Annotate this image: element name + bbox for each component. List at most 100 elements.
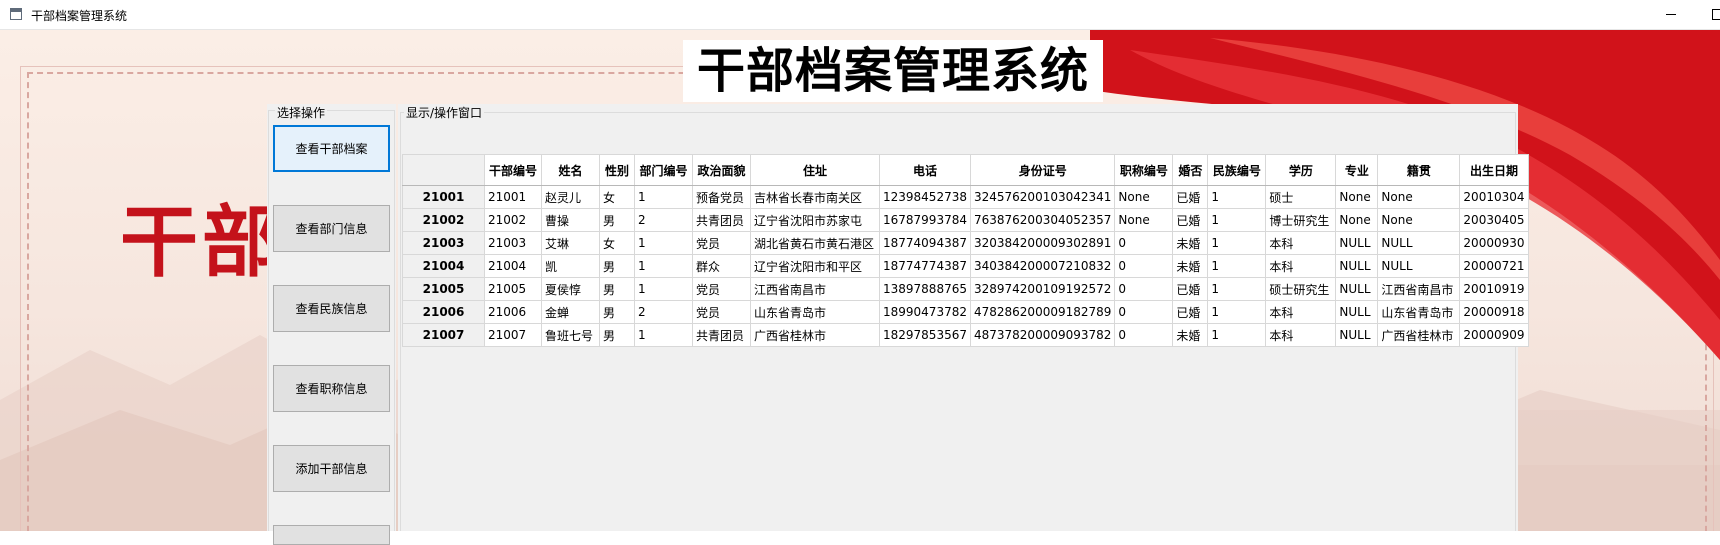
table-row[interactable]: 2100421004凯男1群众辽宁省沈阳市和平区1877477438734038…: [403, 255, 1529, 278]
table-cell[interactable]: 金蝉: [542, 301, 600, 324]
table-cell[interactable]: 1: [1208, 186, 1266, 209]
table-cell[interactable]: 20000721: [1460, 255, 1528, 278]
table-cell[interactable]: 男: [600, 255, 635, 278]
table-row[interactable]: 2100721007鲁班七号男1共青团员广西省桂林市18297853567487…: [403, 324, 1529, 347]
column-header[interactable]: 部门编号: [635, 155, 693, 186]
table-cell[interactable]: 0: [1115, 255, 1173, 278]
table-cell[interactable]: 12398452738: [880, 186, 971, 209]
table-cell[interactable]: 预备党员: [693, 186, 751, 209]
table-cell[interactable]: 21006: [485, 301, 542, 324]
table-cell[interactable]: 共青团员: [693, 209, 751, 232]
table-cell[interactable]: 鲁班七号: [542, 324, 600, 347]
table-cell[interactable]: None: [1378, 209, 1460, 232]
table-cell[interactable]: 21004: [485, 255, 542, 278]
table-cell[interactable]: NULL: [1336, 301, 1378, 324]
maximize-button[interactable]: [1694, 0, 1720, 30]
table-cell[interactable]: 1: [1208, 301, 1266, 324]
add-cadre-info-button[interactable]: 添加干部信息: [273, 445, 390, 492]
table-cell[interactable]: 21005: [485, 278, 542, 301]
table-cell[interactable]: 0: [1115, 301, 1173, 324]
table-cell[interactable]: 本科: [1266, 255, 1336, 278]
row-header[interactable]: 21003: [403, 232, 485, 255]
table-row[interactable]: 2100521005夏侯惇男1党员江西省南昌市13897888765328974…: [403, 278, 1529, 301]
column-header[interactable]: 专业: [1336, 155, 1378, 186]
table-cell[interactable]: 340384200007210832: [970, 255, 1114, 278]
table-cell[interactable]: 487378200009093782: [970, 324, 1114, 347]
column-header[interactable]: 民族编号: [1208, 155, 1266, 186]
table-cell[interactable]: None: [1336, 186, 1378, 209]
table-cell[interactable]: 324576200103042341: [970, 186, 1114, 209]
table-cell[interactable]: NULL: [1378, 232, 1460, 255]
table-cell[interactable]: 1: [635, 255, 693, 278]
column-header[interactable]: 籍贯: [1378, 155, 1460, 186]
table-cell[interactable]: None: [1378, 186, 1460, 209]
table-cell[interactable]: 20000918: [1460, 301, 1528, 324]
table-cell[interactable]: 未婚: [1173, 255, 1208, 278]
table-cell[interactable]: NULL: [1378, 255, 1460, 278]
table-cell[interactable]: 本科: [1266, 232, 1336, 255]
view-cadre-records-button[interactable]: 查看干部档案: [273, 125, 390, 172]
table-cell[interactable]: 已婚: [1173, 209, 1208, 232]
table-cell[interactable]: 18774094387: [880, 232, 971, 255]
table-cell[interactable]: 1: [1208, 209, 1266, 232]
table-cell[interactable]: 山东省青岛市: [1378, 301, 1460, 324]
table-cell[interactable]: 艾琳: [542, 232, 600, 255]
table-cell[interactable]: 763876200304052357: [970, 209, 1114, 232]
table-cell[interactable]: 湖北省黄石市黄石港区: [751, 232, 880, 255]
table-cell[interactable]: 硕士研究生: [1266, 278, 1336, 301]
table-cell[interactable]: None: [1115, 209, 1173, 232]
row-header[interactable]: 21006: [403, 301, 485, 324]
table-cell[interactable]: NULL: [1336, 324, 1378, 347]
table-cell[interactable]: 1: [1208, 278, 1266, 301]
table-cell[interactable]: 0: [1115, 232, 1173, 255]
column-header[interactable]: 政治面貌: [693, 155, 751, 186]
table-cell[interactable]: 20030405: [1460, 209, 1528, 232]
column-header[interactable]: 性别: [600, 155, 635, 186]
table-cell[interactable]: 女: [600, 232, 635, 255]
table-cell[interactable]: 18774774387: [880, 255, 971, 278]
view-department-info-button[interactable]: 查看部门信息: [273, 205, 390, 252]
table-cell[interactable]: 本科: [1266, 301, 1336, 324]
table-cell[interactable]: 1: [635, 324, 693, 347]
table-cell[interactable]: 女: [600, 186, 635, 209]
table-cell[interactable]: 20000909: [1460, 324, 1528, 347]
table-cell[interactable]: 硕士: [1266, 186, 1336, 209]
table-cell[interactable]: NULL: [1336, 278, 1378, 301]
table-cell[interactable]: 16787993784: [880, 209, 971, 232]
column-header[interactable]: 身份证号: [970, 155, 1114, 186]
table-cell[interactable]: 18297853567: [880, 324, 971, 347]
column-header[interactable]: 出生日期: [1460, 155, 1528, 186]
table-cell[interactable]: 0: [1115, 324, 1173, 347]
table-cell[interactable]: 男: [600, 209, 635, 232]
table-cell[interactable]: 21001: [485, 186, 542, 209]
table-cell[interactable]: None: [1336, 209, 1378, 232]
table-cell[interactable]: 共青团员: [693, 324, 751, 347]
table-cell[interactable]: 男: [600, 324, 635, 347]
table-cell[interactable]: 1: [635, 186, 693, 209]
table-cell[interactable]: 2: [635, 301, 693, 324]
table-row[interactable]: 2100221002曹操男2共青团员辽宁省沈阳市苏家屯1678799378476…: [403, 209, 1529, 232]
table-cell[interactable]: 478286200009182789: [970, 301, 1114, 324]
row-header[interactable]: 21007: [403, 324, 485, 347]
table-cell[interactable]: 江西省南昌市: [1378, 278, 1460, 301]
table-cell[interactable]: 赵灵儿: [542, 186, 600, 209]
table-corner-button[interactable]: [403, 155, 485, 186]
column-header[interactable]: 学历: [1266, 155, 1336, 186]
table-cell[interactable]: 广西省桂林市: [1378, 324, 1460, 347]
table-cell[interactable]: 328974200109192572: [970, 278, 1114, 301]
table-cell[interactable]: 已婚: [1173, 301, 1208, 324]
table-row[interactable]: 2100121001赵灵儿女1预备党员吉林省长春市南关区123984527383…: [403, 186, 1529, 209]
table-cell[interactable]: 江西省南昌市: [751, 278, 880, 301]
table-cell[interactable]: 未婚: [1173, 232, 1208, 255]
table-cell[interactable]: 1: [1208, 232, 1266, 255]
more-operation-button[interactable]: [273, 525, 390, 545]
table-row[interactable]: 2100621006金蝉男2党员山东省青岛市189904737824782862…: [403, 301, 1529, 324]
table-cell[interactable]: 辽宁省沈阳市和平区: [751, 255, 880, 278]
table-cell[interactable]: 20010304: [1460, 186, 1528, 209]
cadre-records-table[interactable]: 干部编号 姓名 性别 部门编号 政治面貌 住址 电话 身份证号 职称编号 婚否 …: [402, 154, 1529, 347]
table-cell[interactable]: 广西省桂林市: [751, 324, 880, 347]
table-cell[interactable]: 群众: [693, 255, 751, 278]
table-cell[interactable]: 博士研究生: [1266, 209, 1336, 232]
table-cell[interactable]: 凯: [542, 255, 600, 278]
table-cell[interactable]: 男: [600, 278, 635, 301]
